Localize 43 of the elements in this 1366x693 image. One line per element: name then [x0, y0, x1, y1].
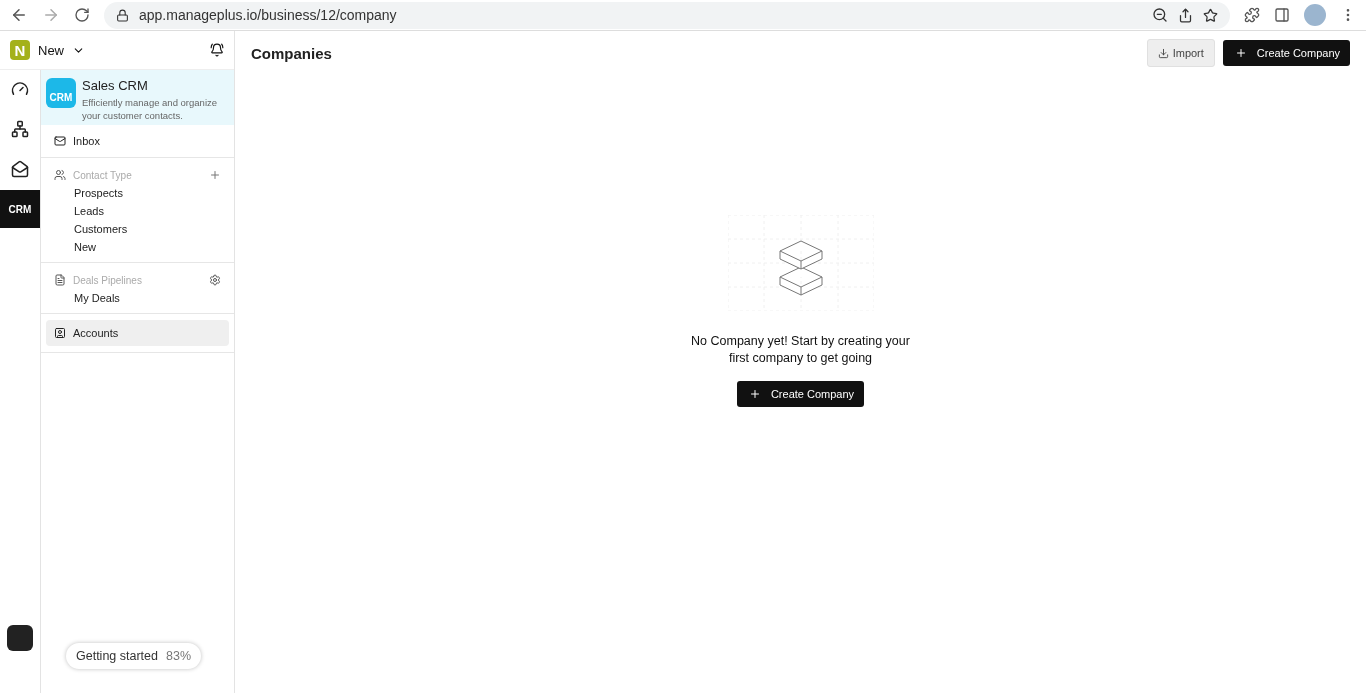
contact-card-icon: [54, 327, 66, 339]
lock-icon: [116, 8, 129, 22]
share-icon[interactable]: [1178, 7, 1193, 23]
crm-logo: CRM: [46, 78, 76, 108]
page-title: Companies: [251, 44, 333, 62]
add-icon[interactable]: [209, 169, 221, 181]
crm-rail-button[interactable]: CRM: [0, 190, 40, 228]
empty-message: No Company yet! Start by creating your first company to get going: [690, 333, 911, 367]
inbox-item[interactable]: Inbox: [46, 131, 229, 151]
mail-icon: [11, 160, 29, 178]
import-button[interactable]: Import: [1146, 39, 1215, 67]
extensions-icon[interactable]: [1244, 7, 1260, 23]
user-avatar[interactable]: [7, 625, 33, 651]
zoom-out-icon[interactable]: [1152, 7, 1168, 23]
getting-started-pill[interactable]: Getting started 83%: [66, 643, 202, 669]
create-company-button[interactable]: Create Company: [736, 381, 865, 407]
sidebar-item[interactable]: My Deals: [46, 289, 229, 307]
network-icon: [11, 120, 29, 138]
download-icon: [1157, 47, 1169, 59]
side-panel-icon[interactable]: [1274, 7, 1290, 23]
address-bar[interactable]: app.manageplus.io/business/12/company: [104, 1, 1230, 29]
plus-icon: [748, 388, 761, 400]
sidebar-item[interactable]: New: [46, 238, 229, 256]
back-icon[interactable]: [10, 6, 28, 24]
accounts-item[interactable]: Accounts: [46, 320, 229, 346]
sidebar-item[interactable]: Leads: [46, 202, 229, 220]
section-title: Contact Type: [73, 169, 132, 181]
settings-icon[interactable]: [209, 274, 221, 286]
bell-icon[interactable]: [210, 43, 224, 57]
sidebar-item[interactable]: Prospects: [46, 184, 229, 202]
sidebar-item[interactable]: Customers: [46, 220, 229, 238]
section-title: Deals Pipelines: [73, 274, 142, 286]
create-company-button[interactable]: Create Company: [1222, 40, 1350, 66]
app-description: Efficiently manage and organize your customer contacts.: [82, 96, 219, 122]
plus-icon: [1234, 47, 1247, 59]
users-icon: [54, 169, 66, 181]
star-icon[interactable]: [1203, 7, 1218, 23]
reload-icon[interactable]: [74, 7, 90, 23]
mail-icon: [54, 135, 66, 147]
gauge-icon: [11, 80, 29, 98]
workspace-name[interactable]: New: [38, 42, 64, 58]
app-title: Sales CRM: [82, 78, 149, 93]
document-icon: [54, 274, 66, 286]
